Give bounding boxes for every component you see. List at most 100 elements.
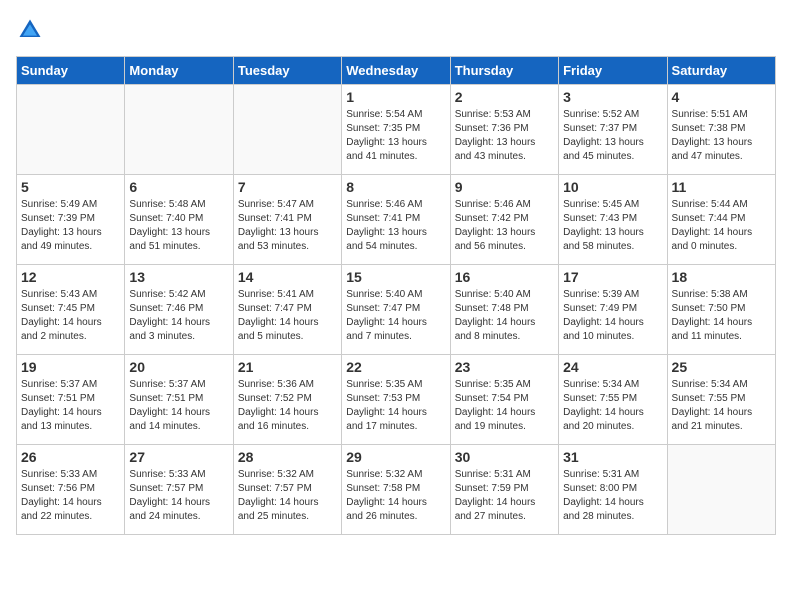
day-info: Sunrise: 5:42 AM Sunset: 7:46 PM Dayligh… [129,288,228,344]
day-info: Sunrise: 5:35 AM Sunset: 7:54 PM Dayligh… [455,378,554,434]
day-number: 2 [455,89,554,105]
calendar-cell: 3 Sunrise: 5:52 AM Sunset: 7:37 PM Daylig… [559,85,667,175]
day-number: 17 [563,269,662,285]
header-day: Friday [559,57,667,85]
calendar-cell: 28 Sunrise: 5:32 AM Sunset: 7:57 PM Dayli… [233,445,341,535]
calendar-cell: 24 Sunrise: 5:34 AM Sunset: 7:55 PM Dayli… [559,355,667,445]
day-info: Sunrise: 5:40 AM Sunset: 7:48 PM Dayligh… [455,288,554,344]
day-info: Sunrise: 5:36 AM Sunset: 7:52 PM Dayligh… [238,378,337,434]
calendar-cell [667,445,775,535]
calendar-cell: 19Sunrise: 5:37 AM Sunset: 7:51 PM Dayli… [17,355,125,445]
day-info: Sunrise: 5:44 AM Sunset: 7:44 PM Dayligh… [672,198,771,254]
calendar-cell: 29Sunrise: 5:32 AM Sunset: 7:58 PM Dayli… [342,445,450,535]
day-number: 6 [129,179,228,195]
calendar-table: SundayMondayTuesdayWednesdayThursdayFrid… [16,56,776,535]
day-info: Sunrise: 5:34 AM Sunset: 7:55 PM Dayligh… [672,378,771,434]
day-number: 29 [346,449,445,465]
day-number: 28 [238,449,337,465]
calendar-cell: 7 Sunrise: 5:47 AM Sunset: 7:41 PM Daylig… [233,175,341,265]
day-number: 23 [455,359,554,375]
header-day: Tuesday [233,57,341,85]
day-number: 22 [346,359,445,375]
day-number: 1 [346,89,445,105]
calendar-cell: 10 Sunrise: 5:45 AM Sunset: 7:43 PM Dayli… [559,175,667,265]
day-info: Sunrise: 5:31 AM Sunset: 7:59 PM Dayligh… [455,468,554,524]
day-number: 3 [563,89,662,105]
calendar-cell: 5 Sunrise: 5:49 AM Sunset: 7:39 PM Daylig… [17,175,125,265]
day-number: 12 [21,269,120,285]
day-info: Sunrise: 5:39 AM Sunset: 7:49 PM Dayligh… [563,288,662,344]
calendar-cell: 6 Sunrise: 5:48 AM Sunset: 7:40 PM Daylig… [125,175,233,265]
day-number: 11 [672,179,771,195]
header-day: Wednesday [342,57,450,85]
day-number: 31 [563,449,662,465]
day-number: 4 [672,89,771,105]
calendar-cell: 11 Sunrise: 5:44 AM Sunset: 7:44 PM Dayli… [667,175,775,265]
calendar-cell [233,85,341,175]
day-number: 7 [238,179,337,195]
header-day: Saturday [667,57,775,85]
calendar-cell: 25 Sunrise: 5:34 AM Sunset: 7:55 PM Dayli… [667,355,775,445]
logo-icon [16,16,44,44]
calendar-cell: 22 Sunrise: 5:35 AM Sunset: 7:53 PM Dayli… [342,355,450,445]
day-number: 9 [455,179,554,195]
day-number: 14 [238,269,337,285]
calendar-cell: 12Sunrise: 5:43 AM Sunset: 7:45 PM Dayli… [17,265,125,355]
calendar-cell: 8Sunrise: 5:46 AM Sunset: 7:41 PM Daylig… [342,175,450,265]
day-info: Sunrise: 5:47 AM Sunset: 7:41 PM Dayligh… [238,198,337,254]
day-info: Sunrise: 5:33 AM Sunset: 7:57 PM Dayligh… [129,468,228,524]
calendar-cell: 4 Sunrise: 5:51 AM Sunset: 7:38 PM Daylig… [667,85,775,175]
calendar-cell: 9 Sunrise: 5:46 AM Sunset: 7:42 PM Daylig… [450,175,558,265]
calendar-cell: 26 Sunrise: 5:33 AM Sunset: 7:56 PM Dayli… [17,445,125,535]
day-number: 30 [455,449,554,465]
day-info: Sunrise: 5:40 AM Sunset: 7:47 PM Dayligh… [346,288,445,344]
day-number: 18 [672,269,771,285]
day-number: 26 [21,449,120,465]
calendar-cell [17,85,125,175]
day-number: 25 [672,359,771,375]
day-number: 15 [346,269,445,285]
calendar-row: 12Sunrise: 5:43 AM Sunset: 7:45 PM Dayli… [17,265,776,355]
day-number: 5 [21,179,120,195]
day-info: Sunrise: 5:53 AM Sunset: 7:36 PM Dayligh… [455,108,554,164]
day-info: Sunrise: 5:46 AM Sunset: 7:42 PM Dayligh… [455,198,554,254]
calendar-cell [125,85,233,175]
calendar-cell: 20 Sunrise: 5:37 AM Sunset: 7:51 PM Dayli… [125,355,233,445]
day-number: 16 [455,269,554,285]
day-info: Sunrise: 5:54 AM Sunset: 7:35 PM Dayligh… [346,108,445,164]
day-info: Sunrise: 5:31 AM Sunset: 8:00 PM Dayligh… [563,468,662,524]
calendar-row: 19 Sunrise: 5:37 AM Sunset: 7:51 PM Dayli… [17,355,776,445]
day-info: Sunrise: 5:32 AM Sunset: 7:57 PM Dayligh… [238,468,337,524]
calendar-cell: 13Sunrise: 5:42 AM Sunset: 7:46 PM Dayli… [125,265,233,355]
calendar-row: 26 Sunrise: 5:33 AM Sunset: 7:56 PM Dayli… [17,445,776,535]
day-info: Sunrise: 5:38 AM Sunset: 7:50 PM Dayligh… [672,288,771,344]
header-row: SundayMondayTuesdayWednesdayThursdayFrid… [17,57,776,85]
calendar-cell: 31 Sunrise: 5:31 AM Sunset: 8:00 PM Dayli… [559,445,667,535]
day-number: 19 [21,359,120,375]
day-info: Sunrise: 5:51 AM Sunset: 7:38 PM Dayligh… [672,108,771,164]
day-info: Sunrise: 5:33 AM Sunset: 7:56 PM Dayligh… [21,468,120,524]
day-info: Sunrise: 5:37 AM Sunset: 7:51 PM Dayligh… [129,378,228,434]
day-number: 27 [129,449,228,465]
calendar-row: 1 Sunrise: 5:54 AM Sunset: 7:35 PM Daylig… [17,85,776,175]
calendar-cell: 18 Sunrise: 5:38 AM Sunset: 7:50 PM Dayli… [667,265,775,355]
calendar-cell: 17 Sunrise: 5:39 AM Sunset: 7:49 PM Dayli… [559,265,667,355]
logo [16,16,48,44]
day-number: 24 [563,359,662,375]
day-info: Sunrise: 5:52 AM Sunset: 7:37 PM Dayligh… [563,108,662,164]
day-info: Sunrise: 5:45 AM Sunset: 7:43 PM Dayligh… [563,198,662,254]
day-info: Sunrise: 5:34 AM Sunset: 7:55 PM Dayligh… [563,378,662,434]
day-info: Sunrise: 5:48 AM Sunset: 7:40 PM Dayligh… [129,198,228,254]
calendar-cell: 14 Sunrise: 5:41 AM Sunset: 7:47 PM Dayli… [233,265,341,355]
day-info: Sunrise: 5:49 AM Sunset: 7:39 PM Dayligh… [21,198,120,254]
calendar-row: 5 Sunrise: 5:49 AM Sunset: 7:39 PM Daylig… [17,175,776,265]
day-number: 8 [346,179,445,195]
calendar-cell: 27 Sunrise: 5:33 AM Sunset: 7:57 PM Dayli… [125,445,233,535]
calendar-cell: 15 Sunrise: 5:40 AM Sunset: 7:47 PM Dayli… [342,265,450,355]
day-info: Sunrise: 5:35 AM Sunset: 7:53 PM Dayligh… [346,378,445,434]
page-header [16,16,776,44]
day-number: 20 [129,359,228,375]
day-info: Sunrise: 5:41 AM Sunset: 7:47 PM Dayligh… [238,288,337,344]
calendar-cell: 2 Sunrise: 5:53 AM Sunset: 7:36 PM Daylig… [450,85,558,175]
day-number: 10 [563,179,662,195]
